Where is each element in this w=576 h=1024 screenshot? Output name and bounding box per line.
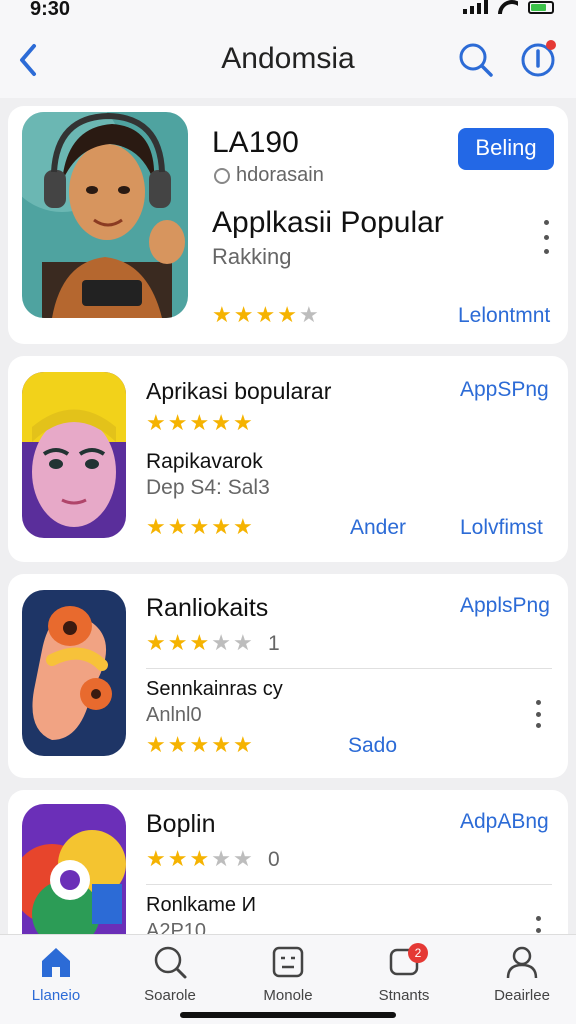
app-detail: Dep S4: Sal3	[146, 476, 270, 499]
divider	[146, 668, 552, 669]
app-detail: Anlnl0	[146, 704, 202, 726]
more-options-icon[interactable]	[532, 700, 544, 728]
star-filled-icon: ★	[167, 732, 188, 757]
star-filled-icon: ★	[255, 302, 276, 327]
app-rating-secondary: ★ ★ ★ ★ ★	[146, 734, 253, 756]
signal-icon	[463, 0, 488, 14]
home-icon	[42, 948, 70, 977]
star-filled-icon: ★	[189, 732, 210, 757]
star-filled-icon: ★	[232, 514, 253, 539]
notification-badge: 2	[408, 943, 428, 963]
home-indicator	[180, 1012, 396, 1018]
notification-dot	[546, 40, 556, 50]
tab-label: Deairlee	[494, 987, 550, 1004]
featured-rating: ★ ★ ★ ★ ★	[212, 304, 319, 326]
featured-app-card[interactable]: LA190 hdorasain Beling Applkasii Popular…	[8, 106, 568, 344]
star-filled-icon: ★	[146, 630, 166, 655]
search-icon	[154, 946, 187, 979]
app-action[interactable]: Ander	[350, 516, 406, 540]
developer-icon	[214, 168, 230, 184]
star-filled-icon: ★	[146, 732, 166, 757]
tab-label: Soarole	[144, 987, 196, 1004]
star-filled-icon: ★	[189, 410, 210, 435]
tab-home[interactable]: Llaneio	[8, 943, 104, 1004]
star-filled-icon: ★	[211, 732, 231, 757]
star-empty-icon: ★	[232, 630, 253, 655]
status-icons	[463, 0, 554, 14]
app-rating-count: 1	[268, 632, 280, 655]
app-action[interactable]: Sado	[348, 734, 397, 758]
app-rating-count: 0	[268, 848, 280, 871]
app-icon	[22, 372, 126, 538]
tab-search[interactable]: Soarole	[122, 943, 218, 1004]
app-card[interactable]: Aprikasi bopularar AppSPng ★ ★ ★ ★ ★ Rapikav…	[8, 356, 568, 562]
star-filled-icon: ★	[146, 846, 166, 871]
battery-icon	[528, 1, 554, 14]
featured-heading: Applkasii Popular	[212, 206, 444, 239]
app-icon	[22, 590, 126, 756]
star-filled-icon: ★	[167, 410, 188, 435]
app-title: Ranliokaits	[146, 594, 269, 622]
tab-profile[interactable]: Deairlee	[474, 943, 570, 1004]
app-link[interactable]: Lolvfimst	[460, 516, 543, 540]
star-filled-icon: ★	[211, 410, 231, 435]
search-icon[interactable]	[456, 40, 496, 80]
app-rating-secondary: ★ ★ ★ ★ ★	[146, 516, 253, 538]
tab-label: Monole	[263, 987, 313, 1004]
star-filled-icon: ★	[189, 514, 210, 539]
star-filled-icon: ★	[233, 302, 254, 327]
tab-chat[interactable]: Monole	[240, 943, 336, 1004]
status-bar: 9:30	[0, 0, 576, 22]
featured-subheading: Rakking	[212, 244, 292, 269]
star-filled-icon: ★	[232, 410, 253, 435]
star-filled-icon: ★	[212, 302, 232, 327]
app-rating: ★ ★ ★ ★ ★	[146, 848, 253, 870]
divider	[146, 884, 552, 885]
star-filled-icon: ★	[167, 846, 188, 871]
tab-updates[interactable]: 2 Stnants	[356, 943, 452, 1004]
app-rating: ★ ★ ★ ★ ★	[146, 632, 253, 654]
featured-developer: hdorasain	[236, 164, 324, 186]
star-filled-icon: ★	[232, 732, 253, 757]
app-card[interactable]: Ranliokaits ApplsPng ★ ★ ★ ★ ★ 1 Sennkainras…	[8, 574, 568, 778]
featured-link[interactable]: Lelontmnt	[458, 304, 550, 328]
featured-app-art	[22, 112, 188, 318]
featured-app-name: LA190	[212, 126, 299, 159]
chat-icon	[272, 946, 304, 978]
more-options-icon[interactable]	[540, 220, 552, 254]
tab-label: Stnants	[378, 987, 430, 1004]
star-filled-icon: ★	[211, 514, 231, 539]
star-empty-icon: ★	[232, 846, 253, 871]
app-subtitle: Rapikavarok	[146, 450, 263, 473]
star-empty-icon: ★	[211, 846, 231, 871]
app-tag[interactable]: AdpABng	[460, 810, 549, 834]
wifi-icon	[498, 0, 518, 14]
navigation-bar: Andomsia	[0, 22, 576, 98]
status-time: 9:30	[30, 0, 71, 20]
star-empty-icon: ★	[211, 630, 231, 655]
featured-get-button[interactable]: Beling	[458, 128, 554, 170]
star-filled-icon: ★	[146, 514, 166, 539]
star-filled-icon: ★	[146, 410, 166, 435]
tab-bar: Llaneio Soarole Monole 2 Stnants Deairle…	[0, 934, 576, 1024]
app-title: Aprikasi bopularar	[146, 378, 332, 404]
star-filled-icon: ★	[277, 302, 297, 327]
tab-label: Llaneio	[31, 987, 81, 1004]
profile-icon	[506, 946, 538, 979]
app-rating: ★ ★ ★ ★ ★	[146, 412, 253, 434]
app-tag[interactable]: ApplsPng	[460, 594, 550, 618]
star-filled-icon: ★	[167, 630, 188, 655]
info-icon[interactable]	[518, 40, 558, 80]
star-filled-icon: ★	[189, 630, 210, 655]
star-filled-icon: ★	[167, 514, 188, 539]
app-subtitle: Sennkainras cy	[146, 678, 283, 700]
app-tag[interactable]: AppSPng	[460, 378, 549, 402]
app-title: Boplin	[146, 810, 216, 838]
app-subtitle: Ronlkame И	[146, 894, 256, 916]
star-empty-icon: ★	[298, 302, 319, 327]
star-filled-icon: ★	[189, 846, 210, 871]
